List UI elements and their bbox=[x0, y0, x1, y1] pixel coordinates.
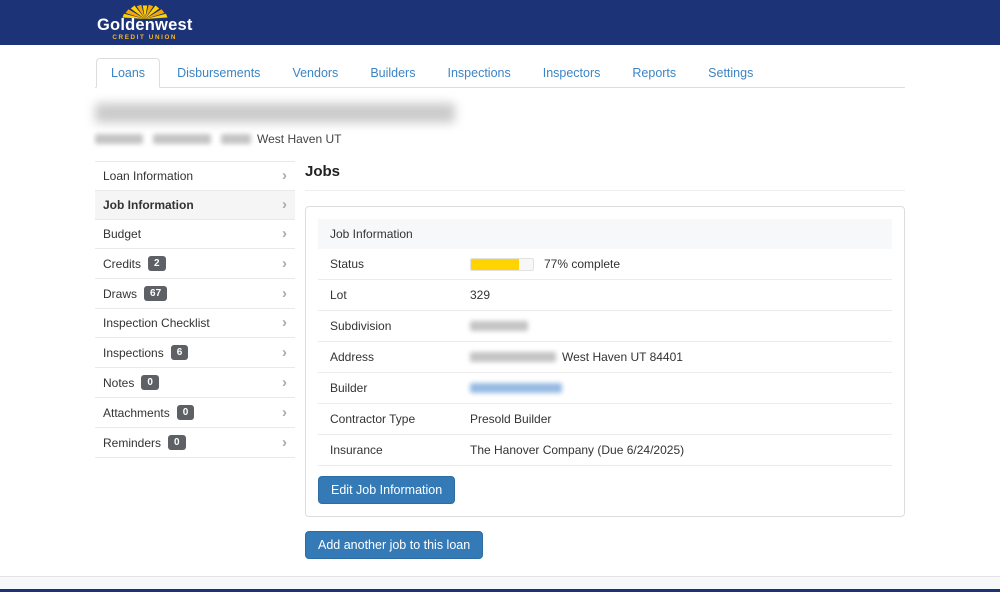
sidebar-item-label: Reminders bbox=[103, 436, 161, 450]
sidebar-item-notes[interactable]: Notes 0 › bbox=[95, 367, 295, 397]
page-footer bbox=[0, 576, 1000, 592]
row-label: Contractor Type bbox=[330, 412, 470, 426]
sidebar-item-label: Inspections bbox=[103, 346, 164, 360]
builder-link-redacted[interactable] bbox=[470, 383, 562, 393]
chevron-right-icon: › bbox=[282, 318, 287, 328]
jobs-panel: Jobs Job Information Status 77% complete… bbox=[305, 161, 905, 559]
attachments-count-badge: 0 bbox=[177, 405, 195, 420]
sidebar-item-label: Loan Information bbox=[103, 169, 193, 183]
sidebar-item-budget[interactable]: Budget › bbox=[95, 219, 295, 248]
contractor-type-value: Presold Builder bbox=[470, 412, 551, 426]
credits-count-badge: 2 bbox=[148, 256, 166, 271]
sidebar-item-inspections[interactable]: Inspections 6 › bbox=[95, 337, 295, 367]
sidebar-item-reminders[interactable]: Reminders 0 › bbox=[95, 427, 295, 458]
chevron-right-icon: › bbox=[282, 259, 287, 269]
tab-loans[interactable]: Loans bbox=[96, 58, 160, 88]
lot-redacted bbox=[95, 134, 143, 144]
row-label: Status bbox=[330, 257, 470, 271]
brand-tagline: CREDIT UNION bbox=[112, 35, 177, 41]
progress-bar bbox=[470, 258, 534, 271]
sidebar-item-job-information[interactable]: Job Information › bbox=[95, 190, 295, 219]
loan-subtitle: West Haven UT bbox=[95, 132, 905, 146]
chevron-right-icon: › bbox=[282, 348, 287, 358]
reminders-count-badge: 0 bbox=[168, 435, 186, 450]
footer-band bbox=[0, 576, 1000, 589]
lot-value: 329 bbox=[470, 288, 490, 302]
goldenwest-logo: Goldenwest CREDIT UNION bbox=[97, 4, 193, 41]
insurance-value: The Hanover Company (Due 6/24/2025) bbox=[470, 443, 684, 457]
job-information-panel-title: Job Information bbox=[318, 219, 892, 249]
main-nav-tabs: Loans Disbursements Vendors Builders Ins… bbox=[95, 58, 905, 88]
sidebar-item-label: Job Information bbox=[103, 198, 194, 212]
top-header-bar: Goldenwest CREDIT UNION bbox=[0, 0, 1000, 45]
sidebar-item-label: Credits bbox=[103, 257, 141, 271]
sidebar-item-label: Draws bbox=[103, 287, 137, 301]
draws-count-badge: 67 bbox=[144, 286, 167, 301]
street-redacted bbox=[221, 134, 251, 144]
page-title: Jobs bbox=[305, 163, 905, 180]
subdivision-redacted bbox=[153, 134, 211, 144]
tab-disbursements[interactable]: Disbursements bbox=[162, 58, 275, 88]
chevron-right-icon: › bbox=[282, 229, 287, 239]
row-label: Builder bbox=[330, 381, 470, 395]
chevron-right-icon: › bbox=[282, 408, 287, 418]
subdivision-value-redacted bbox=[470, 321, 528, 331]
sidebar-item-draws[interactable]: Draws 67 › bbox=[95, 278, 295, 308]
loan-location-text: West Haven UT bbox=[257, 132, 341, 146]
tab-inspections[interactable]: Inspections bbox=[432, 58, 525, 88]
table-row-contractor-type: Contractor Type Presold Builder bbox=[318, 404, 892, 435]
sidebar-item-label: Inspection Checklist bbox=[103, 316, 210, 330]
progress-text: 77% complete bbox=[544, 257, 620, 271]
table-row-builder: Builder bbox=[318, 373, 892, 404]
tab-vendors[interactable]: Vendors bbox=[277, 58, 353, 88]
loan-title-redacted bbox=[95, 103, 455, 123]
chevron-right-icon: › bbox=[282, 438, 287, 448]
edit-job-information-button[interactable]: Edit Job Information bbox=[318, 476, 455, 504]
loan-header: West Haven UT bbox=[95, 103, 905, 146]
sidebar-item-attachments[interactable]: Attachments 0 › bbox=[95, 397, 295, 427]
loan-sidebar: Loan Information › Job Information › Bud… bbox=[95, 161, 295, 458]
add-job-button[interactable]: Add another job to this loan bbox=[305, 531, 483, 559]
notes-count-badge: 0 bbox=[141, 375, 159, 390]
row-label: Subdivision bbox=[330, 319, 470, 333]
sidebar-item-label: Notes bbox=[103, 376, 134, 390]
table-row-subdivision: Subdivision bbox=[318, 311, 892, 342]
row-label: Insurance bbox=[330, 443, 470, 457]
heading-divider bbox=[305, 190, 905, 191]
inspections-count-badge: 6 bbox=[171, 345, 189, 360]
table-row-address: Address West Haven UT 84401 bbox=[318, 342, 892, 373]
brand-name: Goldenwest bbox=[97, 17, 193, 34]
progress-fill bbox=[471, 259, 519, 270]
sidebar-item-label: Attachments bbox=[103, 406, 170, 420]
tab-settings[interactable]: Settings bbox=[693, 58, 768, 88]
sidebar-item-loan-information[interactable]: Loan Information › bbox=[95, 161, 295, 190]
sidebar-item-credits[interactable]: Credits 2 › bbox=[95, 248, 295, 278]
chevron-right-icon: › bbox=[282, 289, 287, 299]
chevron-right-icon: › bbox=[282, 171, 287, 181]
row-label: Address bbox=[330, 350, 470, 364]
job-information-card: Job Information Status 77% complete Lot … bbox=[305, 206, 905, 517]
address-value-text: West Haven UT 84401 bbox=[562, 350, 683, 364]
tab-inspectors[interactable]: Inspectors bbox=[528, 58, 616, 88]
table-row-lot: Lot 329 bbox=[318, 280, 892, 311]
table-row-insurance: Insurance The Hanover Company (Due 6/24/… bbox=[318, 435, 892, 466]
street-value-redacted bbox=[470, 352, 556, 362]
row-label: Lot bbox=[330, 288, 470, 302]
chevron-right-icon: › bbox=[282, 200, 287, 210]
tab-reports[interactable]: Reports bbox=[617, 58, 691, 88]
table-row-status: Status 77% complete bbox=[318, 249, 892, 280]
chevron-right-icon: › bbox=[282, 378, 287, 388]
tab-builders[interactable]: Builders bbox=[355, 58, 430, 88]
sidebar-item-label: Budget bbox=[103, 227, 141, 241]
sidebar-item-inspection-checklist[interactable]: Inspection Checklist › bbox=[95, 308, 295, 337]
